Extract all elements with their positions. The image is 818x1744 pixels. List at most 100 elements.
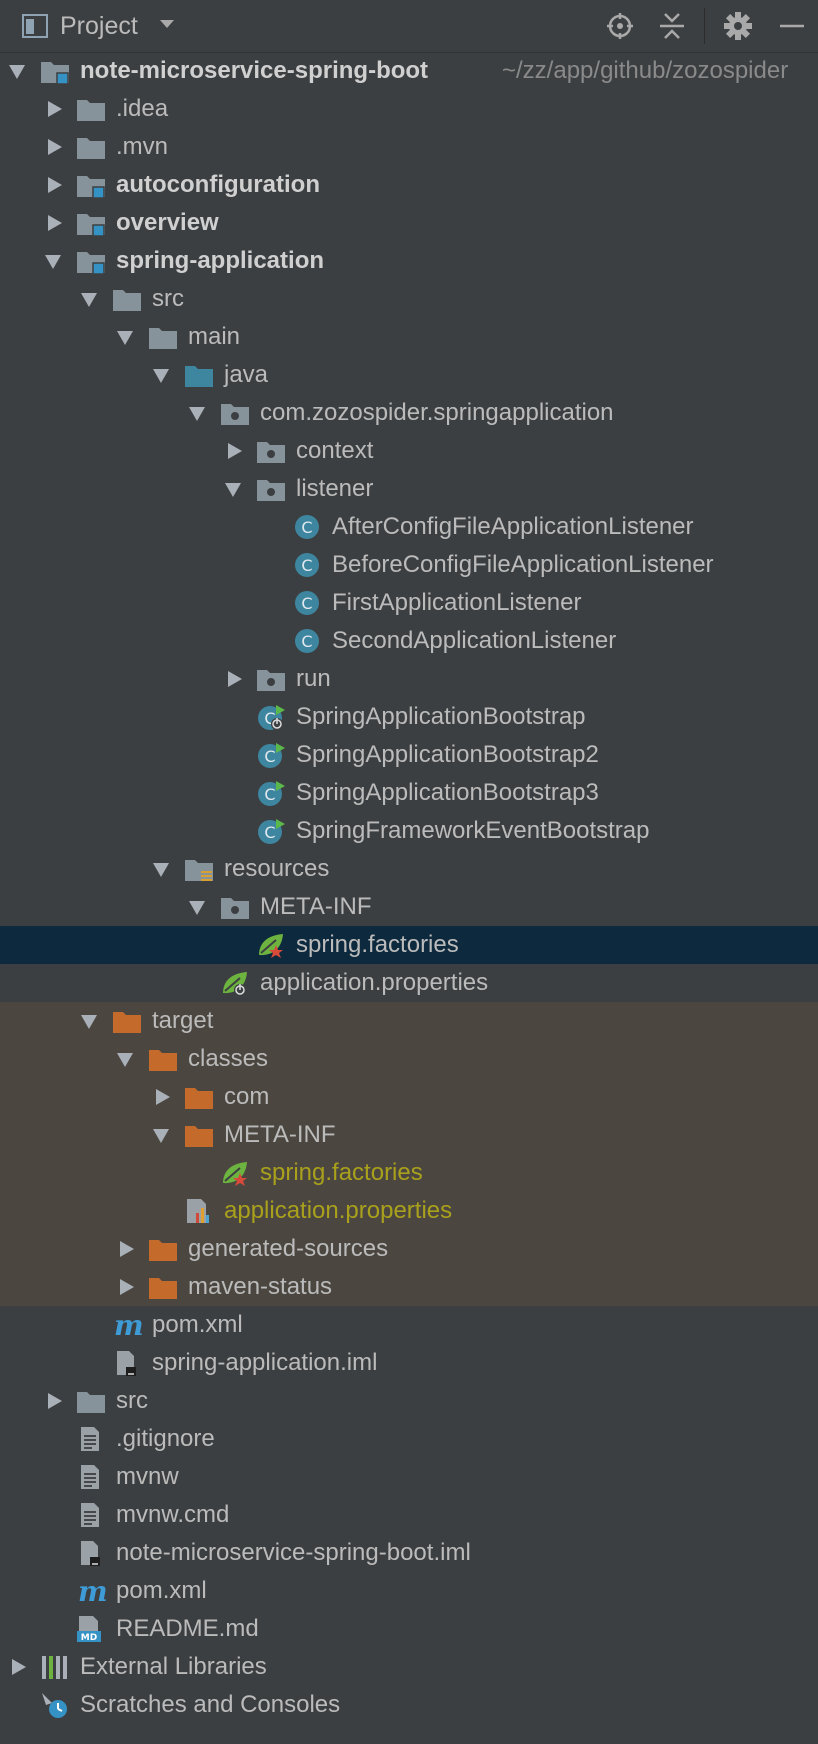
tree-item-gitignore[interactable]: .gitignore xyxy=(0,1420,818,1458)
module-folder-icon xyxy=(76,209,106,237)
tree-item-class[interactable]: C SecondApplicationListener xyxy=(0,622,818,660)
tree-item-listener[interactable]: listener xyxy=(0,470,818,508)
tree-item-target-spring-factories[interactable]: spring.factories xyxy=(0,1154,818,1192)
expanded-arrow-icon[interactable] xyxy=(152,850,174,888)
tree-item-target-application-properties[interactable]: application.properties xyxy=(0,1192,818,1230)
panel-title[interactable]: Project xyxy=(60,10,138,42)
collapsed-arrow-icon[interactable] xyxy=(44,204,66,242)
source-folder-icon xyxy=(184,361,214,389)
class-icon: C xyxy=(292,551,322,579)
tree-item-autoconfiguration[interactable]: autoconfiguration xyxy=(0,166,818,204)
tree-item-module-pom[interactable]: m pom.xml xyxy=(0,1306,818,1344)
tree-item-label: SpringApplicationBootstrap3 xyxy=(296,779,599,806)
text-file-icon xyxy=(76,1425,106,1453)
tree-item-context[interactable]: context xyxy=(0,432,818,470)
tree-item-module-iml[interactable]: spring-application.iml xyxy=(0,1344,818,1382)
expanded-arrow-icon[interactable] xyxy=(188,394,210,432)
folder-icon xyxy=(76,1387,106,1415)
tree-item-class[interactable]: C AfterConfigFileApplicationListener xyxy=(0,508,818,546)
expanded-arrow-icon[interactable] xyxy=(152,1116,174,1154)
collapsed-arrow-icon[interactable] xyxy=(44,128,66,166)
collapsed-arrow-icon[interactable] xyxy=(44,166,66,204)
tree-item-package[interactable]: com.zozospider.springapplication xyxy=(0,394,818,432)
folder-icon xyxy=(76,95,106,123)
tree-item-label: mvnw.cmd xyxy=(116,1501,230,1528)
tree-item-label: autoconfiguration xyxy=(116,171,320,198)
tree-item-maven-status[interactable]: maven-status xyxy=(0,1268,818,1306)
collapsed-arrow-icon[interactable] xyxy=(152,1078,174,1116)
tree-item-java[interactable]: java xyxy=(0,356,818,394)
tree-item-resources[interactable]: resources xyxy=(0,850,818,888)
tree-item-readme[interactable]: MD README.md xyxy=(0,1610,818,1648)
tree-root[interactable]: note-microservice-spring-boot ~/zz/app/gi… xyxy=(0,52,818,90)
gear-icon[interactable] xyxy=(722,10,754,42)
hide-icon[interactable] xyxy=(776,10,808,42)
tree-item-label: BeforeConfigFileApplicationListener xyxy=(332,551,714,578)
collapsed-arrow-icon[interactable] xyxy=(8,1648,30,1686)
tree-item-mvnw-cmd[interactable]: mvnw.cmd xyxy=(0,1496,818,1534)
svg-text:C: C xyxy=(301,594,312,613)
tree-item-generated-sources[interactable]: generated-sources xyxy=(0,1230,818,1268)
svg-text:C: C xyxy=(264,747,275,766)
tree-item-spring-application[interactable]: spring-application xyxy=(0,242,818,280)
package-icon xyxy=(256,437,286,465)
tree-item-spring-factories[interactable]: spring.factories xyxy=(0,926,818,964)
tree-item-classes[interactable]: classes xyxy=(0,1040,818,1078)
expanded-arrow-icon[interactable] xyxy=(152,356,174,394)
tree-item-bootstrap[interactable]: C SpringApplicationBootstrap2 xyxy=(0,736,818,774)
tree-item-label: SpringFrameworkEventBootstrap xyxy=(296,817,650,844)
tree-item-label: src xyxy=(116,1387,148,1414)
tree-item-mvnw[interactable]: mvnw xyxy=(0,1458,818,1496)
expanded-arrow-icon[interactable] xyxy=(224,470,246,508)
expanded-arrow-icon[interactable] xyxy=(8,52,30,90)
tree-item-root-iml[interactable]: note-microservice-spring-boot.iml xyxy=(0,1534,818,1572)
excluded-folder-icon xyxy=(112,1007,142,1035)
tree-item-target-meta-inf[interactable]: META-INF xyxy=(0,1116,818,1154)
collapsed-arrow-icon[interactable] xyxy=(116,1268,138,1306)
tree-item-mvn[interactable]: .mvn xyxy=(0,128,818,166)
spring-factories-icon xyxy=(220,1159,250,1187)
collapse-all-icon[interactable] xyxy=(656,10,688,42)
tree-item-target[interactable]: target xyxy=(0,1002,818,1040)
tree-item-meta-inf[interactable]: META-INF xyxy=(0,888,818,926)
properties-file-icon xyxy=(184,1197,214,1225)
dropdown-caret-icon[interactable] xyxy=(160,20,174,28)
spring-factories-icon xyxy=(256,931,286,959)
tree-item-external-libraries[interactable]: External Libraries xyxy=(0,1648,818,1686)
tree-item-src[interactable]: src xyxy=(0,280,818,318)
collapsed-arrow-icon[interactable] xyxy=(224,432,246,470)
module-folder-icon xyxy=(40,57,70,85)
tree-item-main[interactable]: main xyxy=(0,318,818,356)
tree-item-scratches[interactable]: Scratches and Consoles xyxy=(0,1686,818,1724)
tree-item-class[interactable]: C BeforeConfigFileApplicationListener xyxy=(0,546,818,584)
markdown-icon: MD xyxy=(76,1615,106,1643)
tree-item-class[interactable]: C FirstApplicationListener xyxy=(0,584,818,622)
tree-item-root-pom[interactable]: m pom.xml xyxy=(0,1572,818,1610)
locate-icon[interactable] xyxy=(604,10,636,42)
tree-item-application-properties[interactable]: application.properties xyxy=(0,964,818,1002)
tree-item-com[interactable]: com xyxy=(0,1078,818,1116)
collapsed-arrow-icon[interactable] xyxy=(44,1382,66,1420)
expanded-arrow-icon[interactable] xyxy=(80,1002,102,1040)
tree-item-bootstrap[interactable]: C SpringFrameworkEventBootstrap xyxy=(0,812,818,850)
expanded-arrow-icon[interactable] xyxy=(116,1040,138,1078)
expanded-arrow-icon[interactable] xyxy=(80,280,102,318)
tree-item-label: META-INF xyxy=(224,1121,336,1148)
tree-item-overview[interactable]: overview xyxy=(0,204,818,242)
expanded-arrow-icon[interactable] xyxy=(44,242,66,280)
tree-item-idea[interactable]: .idea xyxy=(0,90,818,128)
tree-item-root-src[interactable]: src xyxy=(0,1382,818,1420)
tree-item-label: Scratches and Consoles xyxy=(80,1691,341,1718)
tree-item-label: pom.xml xyxy=(116,1577,207,1604)
tree-item-bootstrap[interactable]: C SpringApplicationBootstrap3 xyxy=(0,774,818,812)
expanded-arrow-icon[interactable] xyxy=(188,888,210,926)
tree-item-run[interactable]: run xyxy=(0,660,818,698)
collapsed-arrow-icon[interactable] xyxy=(224,660,246,698)
collapsed-arrow-icon[interactable] xyxy=(44,90,66,128)
expanded-arrow-icon[interactable] xyxy=(116,318,138,356)
tree-item-bootstrap[interactable]: C SpringApplicationBootstrap xyxy=(0,698,818,736)
tree-item-label: spring.factories xyxy=(296,931,459,958)
svg-text:C: C xyxy=(301,518,312,537)
collapsed-arrow-icon[interactable] xyxy=(116,1230,138,1268)
folder-icon xyxy=(148,323,178,351)
